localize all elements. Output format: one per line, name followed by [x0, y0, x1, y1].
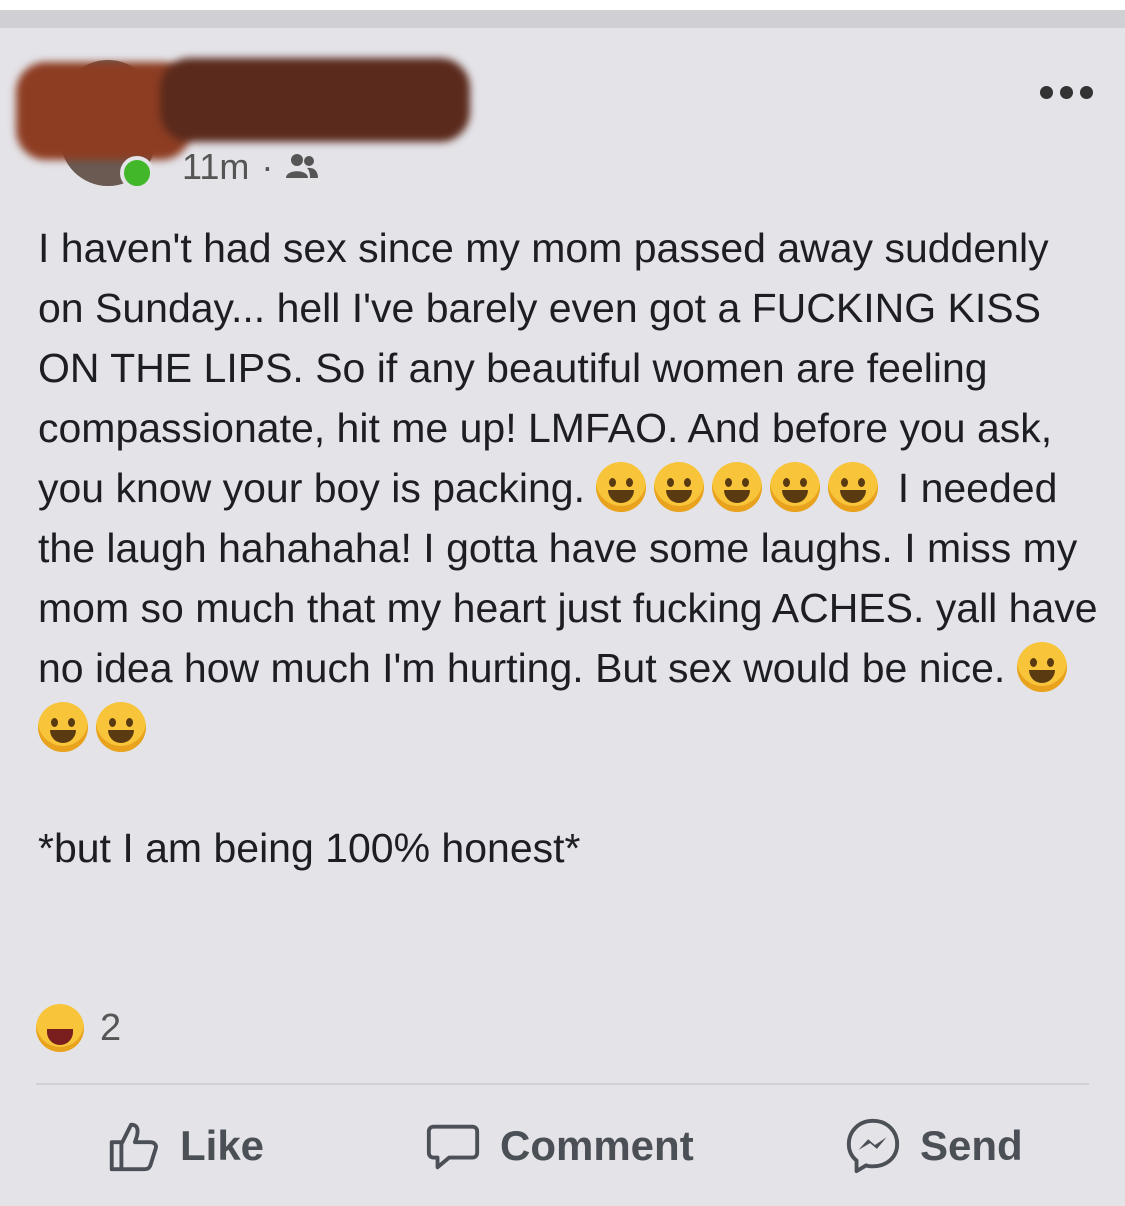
like-icon	[109, 1122, 158, 1172]
reaction-count: 2	[100, 1006, 122, 1049]
post-meta: 11m ·	[182, 146, 319, 188]
joy-emoji-icon	[1016, 642, 1067, 692]
reaction-summary[interactable]: 2	[36, 1004, 121, 1052]
more-horizontal-icon	[1040, 86, 1053, 99]
send-button[interactable]: Send	[844, 1110, 1023, 1182]
friends-icon[interactable]	[285, 146, 319, 188]
like-label: Like	[180, 1122, 265, 1169]
rofl-emoji-icon	[828, 462, 879, 512]
comment-label: Comment	[500, 1122, 694, 1169]
action-bar: Like Comment Send	[0, 1110, 1125, 1182]
more-options-button[interactable]	[1040, 86, 1093, 99]
rofl-emoji-icon	[96, 702, 146, 752]
post-time[interactable]: 11m	[182, 146, 249, 188]
wink-emoji-icon	[596, 462, 647, 512]
comment-icon	[426, 1124, 480, 1170]
meta-separator: ·	[261, 146, 274, 187]
post-paragraph-2: *but I am being 100% honest*	[38, 825, 581, 871]
rofl-emoji-icon	[712, 462, 763, 512]
laughing-emoji-icon	[38, 702, 88, 752]
send-label: Send	[920, 1122, 1023, 1169]
feed-separator	[0, 10, 1125, 28]
post-paragraph-1: I haven't had sex since my mom passed aw…	[38, 218, 1098, 758]
comment-button[interactable]: Comment	[424, 1110, 694, 1182]
rofl-emoji-icon	[654, 462, 705, 512]
divider	[36, 1083, 1089, 1085]
top-strip	[0, 0, 1125, 10]
post-body: I haven't had sex since my mom passed aw…	[38, 218, 1098, 878]
online-status-dot	[120, 156, 154, 190]
haha-reaction-icon	[36, 1004, 84, 1052]
joy-emoji-icon	[770, 462, 821, 512]
like-button[interactable]: Like	[104, 1110, 264, 1182]
author-name-redacted[interactable]	[160, 58, 470, 142]
messenger-icon	[846, 1118, 900, 1174]
